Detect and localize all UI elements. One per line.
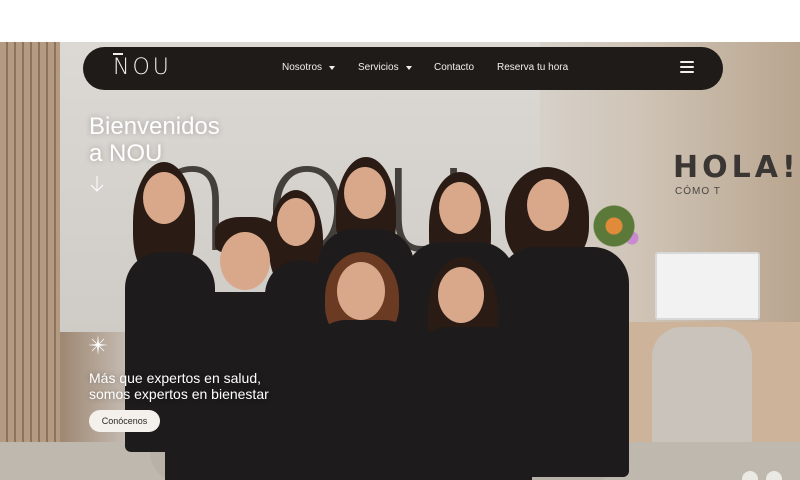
hero-title-line: Bienvenidos xyxy=(89,113,220,140)
wall-sign-sub: CÓMO T xyxy=(675,186,721,197)
chair xyxy=(652,327,752,447)
nav-item-nosotros[interactable]: Nosotros xyxy=(282,62,336,73)
hero-title-line: a NOU xyxy=(89,140,163,167)
wood-slat-wall xyxy=(0,42,60,480)
nav-label: Contacto xyxy=(434,62,475,73)
nav-label: Nosotros xyxy=(282,62,323,73)
nav-item-contacto[interactable]: Contacto xyxy=(434,62,474,73)
nav-item-servicios[interactable]: Servicios xyxy=(358,62,412,73)
reception-monitor xyxy=(655,252,760,320)
sparkle-icon xyxy=(88,335,108,355)
nav-label: Reserva tu hora xyxy=(497,62,569,73)
wall-sign: HOLA! xyxy=(673,150,800,185)
hero-title: Bienvenidos a NOU xyxy=(89,113,220,167)
carousel-next-button[interactable] xyxy=(766,471,782,480)
top-spacer xyxy=(0,0,800,42)
chevron-down-icon xyxy=(405,65,412,70)
chevron-down-icon xyxy=(329,65,336,70)
carousel-prev-button[interactable] xyxy=(742,471,758,480)
main-navbar: NOU Nosotros Servicios Contacto Reserva … xyxy=(83,47,723,90)
conocenos-button[interactable]: Conócenos xyxy=(89,410,160,432)
carousel-controls xyxy=(742,471,782,480)
tagline-line: Más que expertos en salud, xyxy=(89,370,261,386)
hero-tagline: Más que expertos en salud, somos experto… xyxy=(89,370,269,402)
hamburger-icon[interactable] xyxy=(680,61,694,73)
nav-label: Servicios xyxy=(358,62,399,73)
arrow-down-icon[interactable] xyxy=(89,175,105,193)
tagline-line: somos expertos en bienestar xyxy=(89,386,269,402)
brand-logo[interactable]: NOU xyxy=(113,55,172,80)
nav-item-reserva[interactable]: Reserva tu hora xyxy=(497,62,568,73)
